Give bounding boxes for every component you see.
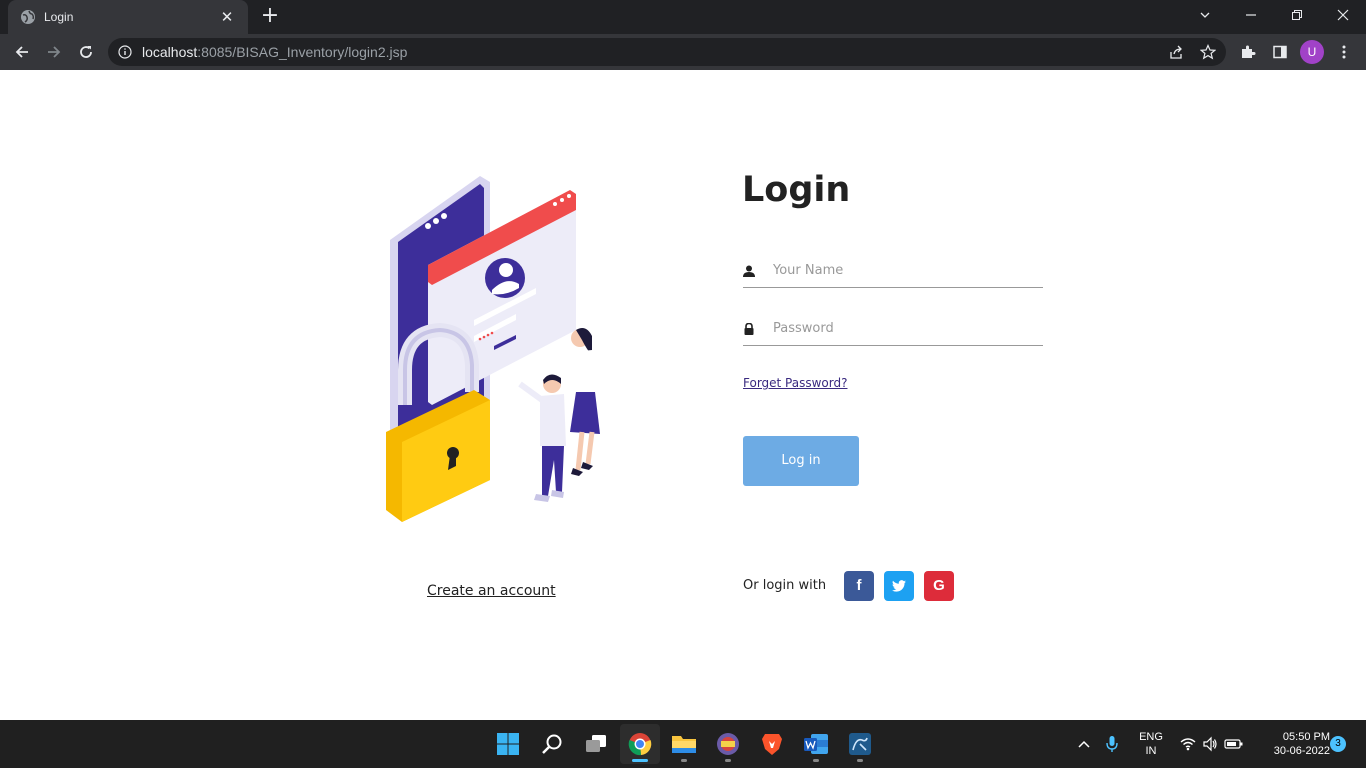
or-login-with-label: Or login with	[743, 578, 827, 593]
tab-close-icon[interactable]: ✕	[218, 8, 236, 26]
back-button[interactable]	[8, 38, 36, 66]
windows-taskbar: ENG IN 05:50 PM 30-06-2022	[0, 720, 1366, 768]
chevron-down-icon	[1200, 12, 1210, 18]
puzzle-icon	[1242, 45, 1256, 58]
reload-button[interactable]	[72, 38, 100, 66]
login-page: Create an account Login Forget Password?…	[0, 70, 1366, 720]
running-indicator	[857, 759, 863, 762]
facebook-login-button[interactable]: f	[844, 571, 874, 601]
google-icon: G	[933, 577, 945, 594]
system-tray-status[interactable]	[1180, 736, 1244, 752]
browser-toolbar: localhost:8085/BISAG_Inventory/login2.js…	[0, 34, 1366, 70]
restore-button[interactable]	[1274, 0, 1320, 30]
clock-time: 05:50 PM	[1282, 731, 1330, 743]
restore-icon	[1292, 10, 1302, 20]
password-input[interactable]	[773, 321, 1033, 336]
username-input[interactable]	[773, 263, 1033, 278]
show-hidden-icons-button[interactable]	[1076, 736, 1092, 752]
browser-tab-bar: Login ✕ +	[0, 0, 1366, 34]
running-indicator	[813, 759, 819, 762]
reload-icon	[80, 46, 92, 58]
chrome-taskbar-app[interactable]	[620, 724, 660, 764]
url-text: localhost:8085/BISAG_Inventory/login2.js…	[142, 44, 407, 60]
lock-icon	[744, 322, 754, 335]
user-icon	[743, 265, 755, 277]
login-title: Login	[742, 170, 851, 210]
folder-icon	[672, 736, 696, 753]
task-view-button[interactable]	[576, 724, 616, 764]
app-logo-icon	[717, 733, 739, 755]
extensions-button[interactable]	[1236, 40, 1260, 64]
forget-password-link[interactable]: Forget Password?	[743, 376, 847, 390]
bookmark-button[interactable]	[1196, 40, 1220, 64]
mysql-workbench-taskbar-app[interactable]	[840, 724, 880, 764]
more-vertical-icon	[1342, 45, 1346, 59]
facebook-icon: f	[856, 577, 862, 594]
task-view-icon	[586, 735, 606, 752]
info-icon[interactable]	[118, 45, 132, 59]
share-icon	[1170, 45, 1182, 59]
chrome-icon	[628, 733, 652, 756]
star-icon	[1200, 44, 1216, 60]
clock[interactable]: 05:50 PM 30-06-2022	[1252, 730, 1330, 758]
new-tab-button[interactable]: +	[258, 5, 282, 29]
url-host: localhost	[142, 44, 198, 60]
create-account-link[interactable]: Create an account	[427, 583, 556, 599]
forward-button[interactable]	[40, 38, 68, 66]
file-explorer-taskbar-app[interactable]	[664, 724, 704, 764]
close-icon	[1337, 9, 1349, 21]
password-field	[743, 316, 1043, 346]
chevron-up-icon	[1078, 740, 1090, 748]
active-indicator	[632, 759, 648, 762]
brave-taskbar-app[interactable]	[752, 724, 792, 764]
running-indicator	[725, 759, 731, 762]
tab-search-button[interactable]	[1182, 0, 1228, 30]
language-code: ENG	[1139, 731, 1163, 743]
wifi-icon	[1180, 738, 1196, 751]
search-icon	[542, 734, 562, 754]
close-window-button[interactable]	[1320, 0, 1366, 30]
google-login-button[interactable]: G	[924, 571, 954, 601]
windows-logo-icon	[497, 733, 519, 755]
app-taskbar-icon[interactable]	[708, 724, 748, 764]
word-icon	[804, 734, 828, 754]
minimize-button[interactable]	[1228, 0, 1274, 30]
start-button[interactable]	[488, 724, 528, 764]
arrow-right-icon	[48, 46, 61, 58]
share-button[interactable]	[1164, 40, 1188, 64]
globe-icon	[21, 10, 35, 24]
profile-avatar[interactable]: U	[1300, 40, 1324, 64]
volume-icon	[1203, 736, 1217, 752]
microphone-button[interactable]	[1104, 735, 1120, 753]
side-panel-icon	[1273, 45, 1287, 59]
language-region: IN	[1145, 745, 1157, 757]
side-panel-button[interactable]	[1268, 40, 1292, 64]
word-taskbar-app[interactable]	[796, 724, 836, 764]
tab-title: Login	[44, 10, 74, 24]
language-indicator[interactable]: ENG IN	[1134, 730, 1168, 758]
login-button[interactable]: Log in	[743, 436, 859, 486]
search-button[interactable]	[532, 724, 572, 764]
mysql-workbench-icon	[849, 733, 871, 755]
running-indicator	[681, 759, 687, 762]
chrome-menu-button[interactable]	[1332, 40, 1356, 64]
security-illustration	[386, 176, 607, 522]
arrow-left-icon	[15, 46, 28, 58]
username-field	[743, 258, 1043, 288]
twitter-login-button[interactable]	[884, 571, 914, 601]
microphone-icon	[1106, 736, 1118, 752]
battery-icon	[1224, 739, 1243, 749]
minimize-icon	[1246, 14, 1256, 16]
address-bar[interactable]: localhost:8085/BISAG_Inventory/login2.js…	[108, 38, 1226, 66]
brave-lion-icon	[762, 734, 782, 755]
twitter-icon	[892, 580, 906, 592]
clock-date: 30-06-2022	[1273, 745, 1330, 757]
browser-tab-login[interactable]: Login ✕	[8, 0, 248, 34]
url-path: :8085/BISAG_Inventory/login2.jsp	[197, 44, 408, 60]
notification-badge[interactable]: 3	[1330, 736, 1346, 752]
